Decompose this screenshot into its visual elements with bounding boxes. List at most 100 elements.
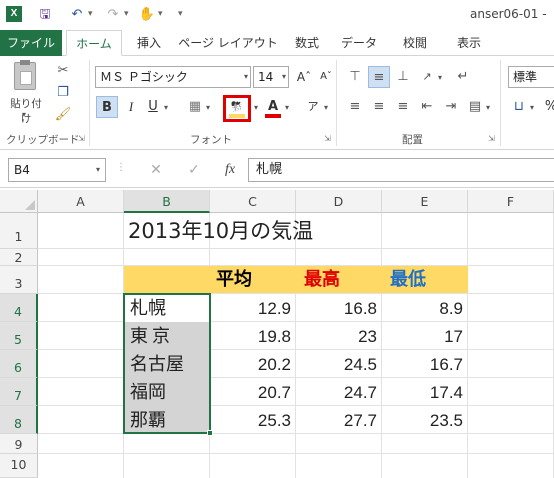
column-header-f[interactable]: F <box>468 190 554 213</box>
min-cell[interactable]: 17.4 <box>382 380 468 406</box>
decrease-indent-icon[interactable]: ⇤ <box>416 96 438 118</box>
row-header-8[interactable]: 8 <box>0 406 38 434</box>
accounting-dropdown-icon[interactable]: ▾ <box>530 103 534 112</box>
column-header-b[interactable]: B <box>124 190 210 213</box>
number-format-combo[interactable]: 標準 <box>508 66 554 88</box>
merge-center-icon[interactable]: ▤ <box>464 96 486 118</box>
row-header-6[interactable]: 6 <box>0 350 38 378</box>
min-cell[interactable]: 17 <box>382 324 468 350</box>
align-right-icon[interactable]: ≡ <box>392 96 414 118</box>
max-cell[interactable]: 24.7 <box>296 380 382 406</box>
column-header-c[interactable]: C <box>210 190 296 213</box>
align-left-icon[interactable]: ≡ <box>344 96 366 118</box>
fill-handle[interactable] <box>207 430 213 436</box>
font-color-dropdown-icon[interactable]: ▾ <box>285 103 289 112</box>
orientation-icon[interactable]: ↗ <box>416 66 438 88</box>
avg-cell[interactable]: 25.3 <box>210 408 296 434</box>
max-cell[interactable]: 27.7 <box>296 408 382 434</box>
max-cell[interactable]: 24.5 <box>296 352 382 378</box>
increase-font-size-icon[interactable]: Aˆ <box>293 66 315 88</box>
borders-icon[interactable]: ▦ <box>184 96 206 118</box>
avg-cell[interactable]: 12.9 <box>210 296 296 322</box>
percent-style-icon[interactable]: % <box>540 96 554 118</box>
font-launcher-icon[interactable]: ⇲ <box>324 134 331 143</box>
column-header-a[interactable]: A <box>38 190 124 213</box>
max-cell[interactable]: 23 <box>296 324 382 350</box>
column-header-d[interactable]: D <box>296 190 382 213</box>
italic-button[interactable]: I <box>120 96 142 118</box>
row-header-9[interactable]: 9 <box>0 434 38 454</box>
min-cell[interactable]: 16.7 <box>382 352 468 378</box>
avg-cell[interactable]: 20.7 <box>210 380 296 406</box>
row-header-5[interactable]: 5 <box>0 322 38 350</box>
tab-view[interactable]: 表示 <box>444 30 494 56</box>
touch-mode-dropdown-icon[interactable]: ▾ <box>158 9 163 19</box>
fill-color-swatch <box>229 114 245 118</box>
save-icon[interactable]: 🖫 <box>36 6 54 24</box>
cut-icon[interactable]: ✂ <box>52 60 74 82</box>
fill-color-dropdown-icon[interactable]: ▾ <box>254 103 258 112</box>
min-cell[interactable]: 8.9 <box>382 296 468 322</box>
cancel-entry-icon[interactable]: ✕ <box>146 158 166 182</box>
clipboard-group-label: クリップボード <box>6 134 80 146</box>
font-size-combo[interactable]: 14 ▾ <box>253 66 289 88</box>
header-min[interactable]: 最低 <box>386 268 426 292</box>
touch-mode-icon[interactable]: ✋ <box>138 6 156 24</box>
format-painter-icon[interactable]: 🖌 <box>52 104 74 126</box>
bold-button[interactable]: B <box>96 96 118 118</box>
customize-qat-icon[interactable]: ▾ <box>178 9 183 19</box>
align-bottom-icon[interactable]: ⊥ <box>392 66 414 88</box>
tab-review[interactable]: 校閲 <box>390 30 440 56</box>
row-header-4[interactable]: 4 <box>0 294 38 322</box>
avg-cell[interactable]: 20.2 <box>210 352 296 378</box>
align-top-icon[interactable]: ⊤ <box>344 66 366 88</box>
undo-icon[interactable]: ↶ <box>68 6 86 24</box>
tab-page-layout[interactable]: ページ レイアウト <box>176 30 280 56</box>
insert-function-icon[interactable]: fx <box>220 158 240 182</box>
undo-dropdown-icon[interactable]: ▾ <box>88 9 93 19</box>
decrease-font-size-icon[interactable]: Aˇ <box>315 66 337 88</box>
align-middle-icon[interactable]: ≡ <box>368 66 390 88</box>
alignment-launcher-icon[interactable]: ⇲ <box>488 134 495 143</box>
wrap-text-icon[interactable]: ↵ <box>452 66 474 88</box>
avg-cell[interactable]: 19.8 <box>210 324 296 350</box>
merge-dropdown-icon[interactable]: ▾ <box>486 103 490 112</box>
clipboard-launcher-icon[interactable]: ⇲ <box>78 134 85 143</box>
row-header-2[interactable]: 2 <box>0 249 38 266</box>
row-header-3[interactable]: 3 <box>0 266 38 294</box>
excel-logo-icon[interactable]: X <box>6 6 22 22</box>
tab-data[interactable]: データ <box>334 30 384 56</box>
row-header-10[interactable]: 10 <box>0 454 38 478</box>
paste-button[interactable]: 貼り付け ▾ <box>6 60 46 125</box>
font-name-combo[interactable]: ＭＳ Ｐゴシック ▾ <box>95 66 251 88</box>
accounting-format-icon[interactable]: ⊔ <box>508 96 530 118</box>
phonetic-dropdown-icon[interactable]: ▾ <box>324 103 328 112</box>
tab-home[interactable]: ホーム <box>66 30 122 56</box>
phonetic-guide-button[interactable]: ア <box>302 96 324 118</box>
underline-dropdown-icon[interactable]: ▾ <box>164 103 168 112</box>
sheet-title-cell[interactable]: 2013年10月の気温 <box>128 214 313 248</box>
copy-icon[interactable]: ❐ <box>52 82 74 104</box>
row-header-7[interactable]: 7 <box>0 378 38 406</box>
select-all-button[interactable] <box>0 190 38 213</box>
tab-insert[interactable]: 挿入 <box>126 30 172 56</box>
min-cell[interactable]: 23.5 <box>382 408 468 434</box>
increase-indent-icon[interactable]: ⇥ <box>440 96 462 118</box>
header-max[interactable]: 最高 <box>300 268 340 292</box>
max-cell[interactable]: 16.8 <box>296 296 382 322</box>
formula-input[interactable]: 札幌 <box>248 158 554 182</box>
redo-dropdown-icon[interactable]: ▾ <box>124 9 129 19</box>
header-avg[interactable]: 平均 <box>212 268 252 292</box>
name-box[interactable]: B4 ▾ <box>8 158 106 182</box>
column-header-e[interactable]: E <box>382 190 468 213</box>
underline-button[interactable]: U <box>142 96 164 118</box>
borders-dropdown-icon[interactable]: ▾ <box>206 103 210 112</box>
redo-icon[interactable]: ↷ <box>104 6 122 24</box>
align-center-icon[interactable]: ≡ <box>368 96 390 118</box>
row-header-1[interactable]: 1 <box>0 213 38 249</box>
tab-formulas[interactable]: 数式 <box>284 30 330 56</box>
confirm-entry-icon[interactable]: ✓ <box>184 158 204 182</box>
formula-bar-grip-icon[interactable]: ⋮ <box>116 162 126 173</box>
orientation-dropdown-icon[interactable]: ▾ <box>438 73 442 82</box>
tab-file[interactable]: ファイル <box>0 30 62 56</box>
